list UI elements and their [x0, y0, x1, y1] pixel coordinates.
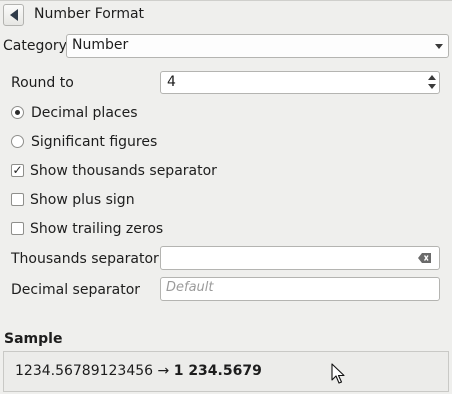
show-thousands-separator-checkbox[interactable]: ✓	[11, 164, 24, 177]
back-arrow-icon	[10, 9, 18, 21]
panel-title: Number Format	[34, 6, 145, 22]
category-combobox[interactable]: Number	[66, 34, 449, 58]
decimal-places-label[interactable]: Decimal places	[31, 104, 138, 122]
spin-buttons[interactable]	[425, 72, 439, 93]
back-button[interactable]	[3, 4, 24, 26]
sample-arrow: →	[157, 363, 170, 379]
round-to-label: Round to	[11, 75, 74, 91]
sample-preview: 1234.56789123456 → 1 234.5679	[3, 351, 449, 392]
show-trailing-zeros-checkbox[interactable]	[11, 222, 24, 235]
category-label: Category	[3, 38, 67, 54]
round-to-spinbox[interactable]: 4	[160, 71, 440, 94]
clear-text-icon[interactable]	[418, 253, 431, 263]
decimal-places-radio[interactable]	[11, 106, 24, 119]
sample-heading: Sample	[4, 331, 63, 347]
significant-figures-label[interactable]: Significant figures	[31, 133, 157, 151]
decimal-separator-label: Decimal separator	[11, 282, 141, 298]
spin-up-icon[interactable]	[428, 75, 436, 80]
show-plus-sign-checkbox[interactable]	[11, 193, 24, 206]
spin-down-icon[interactable]	[428, 84, 436, 89]
show-trailing-zeros-label[interactable]: Show trailing zeros	[30, 220, 163, 238]
sample-text: 1234.56789123456 → 1 234.5679	[15, 363, 262, 379]
category-value: Number	[72, 37, 129, 53]
sample-output: 1 234.5679	[173, 363, 262, 379]
top-divider	[0, 0, 452, 1]
decimal-separator-input[interactable]: Default	[160, 277, 440, 301]
decimal-separator-placeholder: Default	[166, 280, 214, 295]
mouse-pointer-icon	[331, 363, 345, 384]
chevron-down-icon	[435, 44, 443, 49]
significant-figures-radio[interactable]	[11, 135, 24, 148]
round-to-value: 4	[167, 74, 176, 90]
show-plus-sign-label[interactable]: Show plus sign	[30, 191, 135, 209]
show-thousands-separator-label[interactable]: Show thousands separator	[30, 162, 217, 180]
sample-input: 1234.56789123456	[15, 363, 154, 379]
thousands-separator-input[interactable]	[160, 246, 440, 270]
thousands-separator-label: Thousands separator	[11, 251, 159, 267]
